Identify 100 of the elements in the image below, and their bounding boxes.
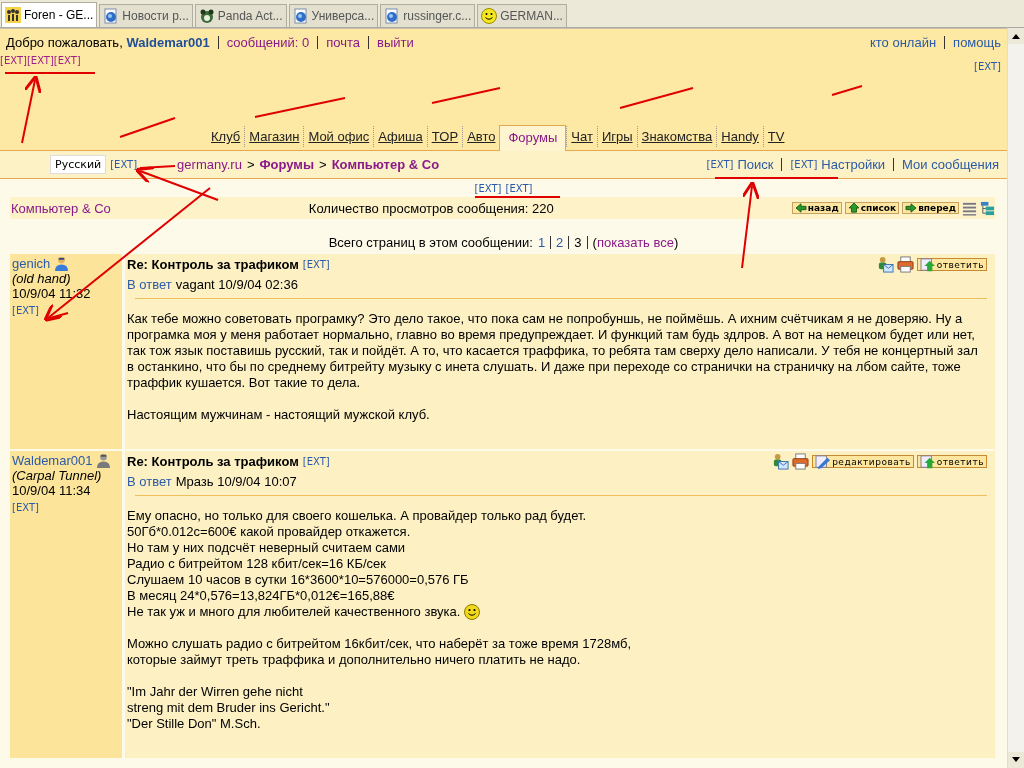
bracket: ): [674, 236, 679, 249]
post-line: Можно слушать радио с битрейтом 16кбит/сек, что наберёт за тоже время 1728мб,: [127, 636, 632, 652]
nav-tab[interactable]: Чат: [566, 126, 597, 147]
nav-tab[interactable]: Handy: [716, 126, 763, 147]
page-link[interactable]: 1: [537, 236, 546, 249]
tree-view-icon[interactable]: [980, 200, 995, 216]
annotation-stroke: [49, 312, 69, 319]
browser-tab[interactable]: Foren - GE...: [1, 2, 98, 27]
nav-tab[interactable]: TOP: [426, 126, 463, 147]
browser-tab[interactable]: Новости р...: [99, 4, 193, 27]
page-icon: [103, 8, 120, 24]
left-arrow-icon: [794, 203, 807, 213]
author-link[interactable]: genich: [12, 256, 51, 271]
annotation-stroke: [139, 165, 176, 169]
post-line: 50Гб*0.012с=600€ какой провайдер откажется.: [127, 524, 412, 540]
toolbar-link[interactable]: Мои сообщения: [902, 158, 999, 171]
ext-link[interactable]: [EXT]: [974, 61, 1001, 72]
page-link[interactable]: 2: [550, 236, 564, 249]
right-arrow-icon: [905, 203, 918, 213]
ext-link[interactable]: [EXT]: [12, 502, 39, 513]
scrollbar[interactable]: [1007, 28, 1024, 768]
up-triangle-icon: [1012, 33, 1020, 39]
nav-tab[interactable]: Мой офис: [303, 126, 374, 147]
post-line: streng mit dem Bruder ins Gericht.": [127, 700, 331, 716]
breadcrumb-link[interactable]: germany.ru: [177, 157, 242, 172]
breadcrumb-link[interactable]: Форумы: [259, 157, 315, 172]
ext-link[interactable]: [EXT]: [26, 55, 54, 66]
bracket: (: [592, 236, 597, 249]
message-icon[interactable]: [772, 453, 790, 470]
post-line: Слушаем 10 часов в сутки 16*3600*10=576000=0,576 ГБ: [127, 572, 470, 588]
ext-link[interactable]: [EXT]: [302, 259, 330, 270]
post-subject: Re: Контроль за трафиком: [127, 257, 299, 272]
post-line: Настоящим мужчинам - настоящий мужской клуб.: [127, 407, 431, 423]
browser-tab[interactable]: Panda Act...: [194, 4, 287, 27]
browser-tab[interactable]: GERMAN...: [477, 4, 567, 27]
breadcrumb-separator: >: [319, 157, 327, 172]
ext-link[interactable]: [EXT]: [12, 305, 39, 316]
post-line: которые займут треть траффика и дополнительно ничего платить не надо.: [127, 652, 582, 668]
message-icon[interactable]: [876, 256, 894, 273]
welcome-text: Добро пожаловать, Waldemar001: [6, 34, 210, 50]
language-button[interactable]: Русский: [50, 155, 107, 174]
show-all-link[interactable]: показать все: [596, 236, 674, 249]
ext-link[interactable]: [EXT]: [53, 55, 81, 66]
post-line: Ему опасно, но только для своего кошелька. А провайдер только рад будет.: [127, 508, 588, 524]
nav-tab[interactable]: Форумы: [499, 125, 567, 151]
post-date: 10/9/04 11:34: [12, 483, 92, 498]
ext-link[interactable]: [EXT]: [474, 183, 502, 194]
ext-link[interactable]: [EXT]: [0, 55, 27, 66]
post-line: Но там у них подсчёт неверный считаем сами: [127, 540, 407, 556]
nav-tab[interactable]: Знакомства: [636, 126, 717, 147]
up-arrow-icon: [919, 454, 936, 469]
annotation-arrow: [21, 74, 42, 144]
nav-tab[interactable]: TV: [762, 126, 789, 147]
nav-tab[interactable]: Игры: [596, 126, 637, 147]
author-rank: (Carpal Tunnel): [12, 468, 103, 483]
ext-link[interactable]: [EXT]: [790, 158, 818, 171]
down-triangle-icon: [1012, 757, 1020, 763]
nav-button[interactable]: список: [844, 202, 900, 214]
people-icon: [5, 7, 21, 23]
nav-tab[interactable]: Магазин: [244, 126, 304, 147]
author-rank: (old hand): [12, 271, 72, 286]
reply-to-link[interactable]: В ответ: [127, 277, 172, 292]
nav-tab[interactable]: Афиша: [373, 126, 427, 147]
header-link[interactable]: кто онлайн: [869, 34, 937, 50]
reply-button[interactable]: ответить: [916, 258, 987, 271]
toolbar-link[interactable]: Настройки: [821, 158, 886, 171]
annotation-stroke: [431, 87, 501, 104]
annotation-stroke: [119, 117, 176, 138]
breadcrumb-separator: >: [246, 157, 255, 172]
post-line: "Im Jahr der Wirren gehe nicht: [127, 684, 304, 700]
reply-button[interactable]: ответить: [916, 455, 987, 468]
pencil-icon: [815, 454, 832, 469]
nav-button[interactable]: вперед: [902, 202, 959, 214]
scroll-up-button[interactable]: [1008, 28, 1024, 44]
list-view-icon[interactable]: [962, 200, 977, 216]
forum-link[interactable]: Компьютер & Co: [11, 200, 111, 216]
edit-button[interactable]: редактировать: [812, 455, 914, 468]
printer-icon[interactable]: [792, 453, 810, 470]
ext-link[interactable]: [EXT]: [505, 183, 533, 194]
nav-tab[interactable]: Клуб: [207, 126, 245, 147]
scroll-down-button[interactable]: [1008, 752, 1024, 768]
ext-link[interactable]: [EXT]: [706, 159, 734, 170]
author-link[interactable]: Waldemar001: [12, 453, 93, 468]
reply-to-link[interactable]: В ответ: [127, 474, 172, 489]
browser-tab[interactable]: russinger.c...: [380, 4, 476, 27]
nav-button[interactable]: назад: [791, 202, 842, 214]
breadcrumb-link[interactable]: Компьютер & Co: [331, 157, 440, 172]
toolbar-link[interactable]: Поиск: [737, 157, 774, 172]
printer-icon[interactable]: [896, 256, 914, 273]
header-link[interactable]: сообщений: 0: [217, 35, 310, 49]
browser-tab[interactable]: Универса...: [288, 4, 379, 27]
header-link[interactable]: почта: [317, 35, 360, 49]
ext-link[interactable]: [EXT]: [110, 159, 138, 170]
post-line: В месяц 24*0,576=13,824ГБ*0,012€=165,88€: [127, 588, 396, 604]
up-arrow-icon: [919, 257, 936, 272]
up-arrow-icon: [847, 203, 860, 213]
views-count: Количество просмотров сообщения: 220: [308, 200, 554, 216]
header-link[interactable]: выйти: [368, 35, 414, 49]
header-link[interactable]: помощь: [944, 35, 1001, 49]
ext-link[interactable]: [EXT]: [302, 456, 330, 467]
